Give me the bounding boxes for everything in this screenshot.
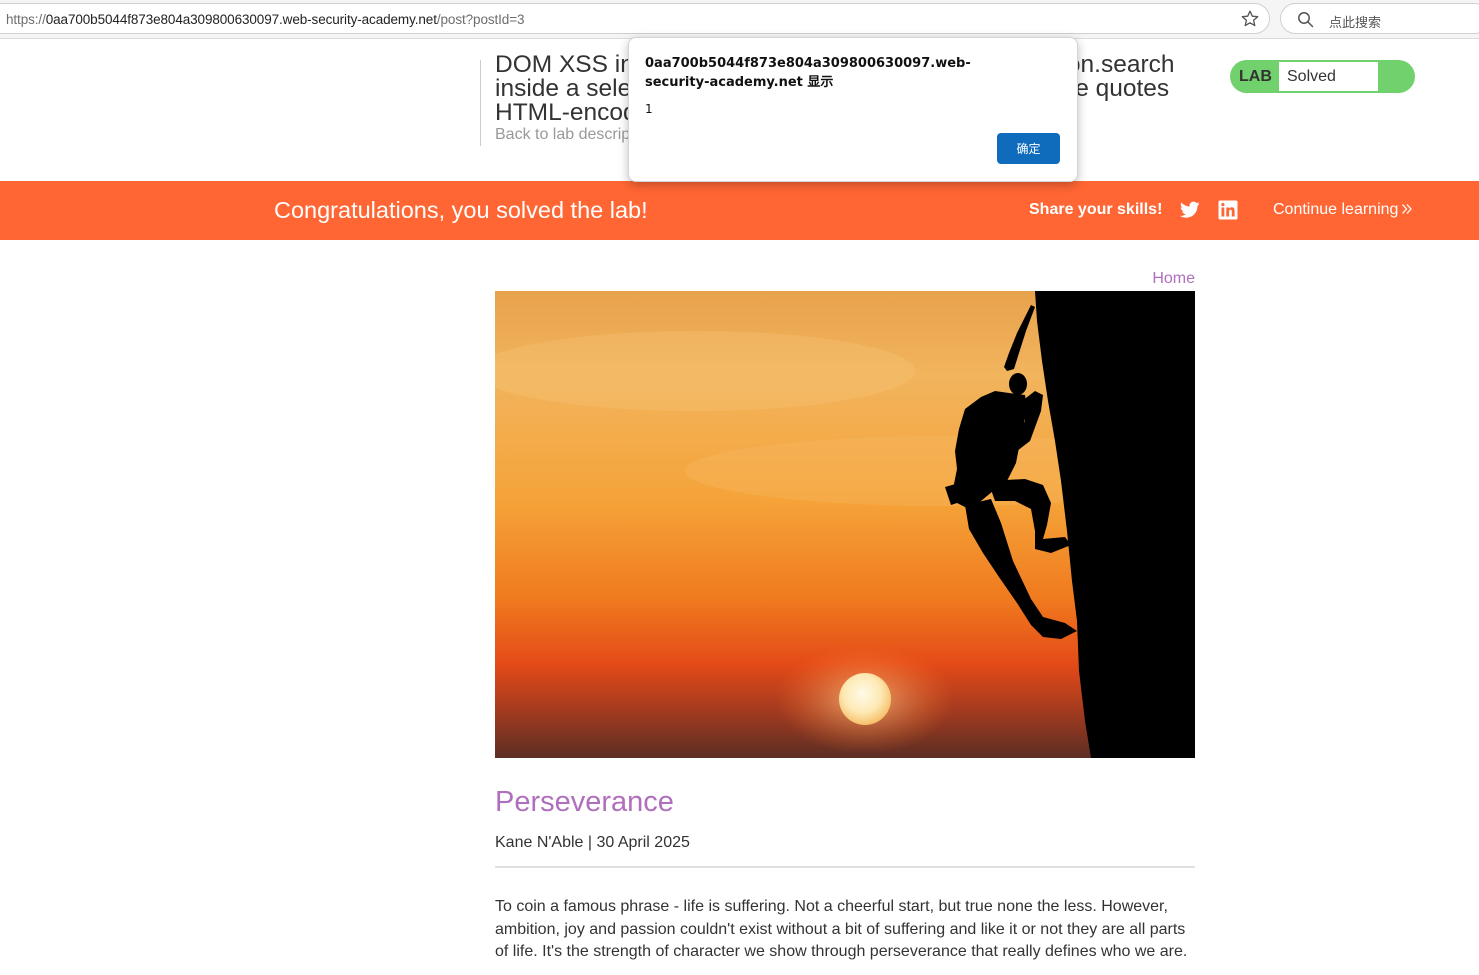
browser-search-box[interactable]: 点此搜索 [1280, 3, 1479, 34]
post-body-paragraph: To coin a famous phrase - life is suffer… [495, 898, 1188, 960]
search-icon [1298, 12, 1314, 28]
linkedin-icon[interactable] [1218, 200, 1238, 220]
status-box: Solved [1279, 62, 1378, 91]
post-title: Perseverance [495, 786, 674, 818]
chevrons-right-icon [1402, 204, 1413, 214]
address-bar[interactable]: https://0aa700b5044f873e804a309800630097… [0, 3, 1270, 34]
lab-label: LAB [1239, 68, 1272, 85]
post-image-climber-sunset [495, 291, 1195, 758]
post-divider [495, 866, 1195, 868]
url-path: /post?postId=3 [436, 12, 525, 27]
header-divider [480, 60, 481, 146]
congratulations-banner: Congratulations, you solved the lab! Sha… [0, 181, 1479, 240]
browser-toolbar: https://0aa700b5044f873e804a309800630097… [0, 0, 1479, 39]
continue-learning-link[interactable]: Continue learning [1273, 201, 1413, 219]
url-host: 0aa700b5044f873e804a309800630097.web-sec… [45, 12, 437, 27]
status-text: Solved [1287, 68, 1336, 85]
banner-message: Congratulations, you solved the lab! [274, 197, 648, 223]
share-label: Share your skills! [1029, 201, 1163, 218]
dialog-message: 1 [645, 102, 653, 116]
star-icon[interactable] [1240, 9, 1260, 29]
continue-learning-label: Continue learning [1273, 201, 1399, 218]
lab-status-badge: LAB Solved [1230, 60, 1415, 93]
url-scheme: https:// [6, 12, 46, 27]
post-author-date: Kane N'Able | 30 April 2025 [495, 834, 690, 851]
alert-dialog: 0aa700b5044f873e804a309800630097.web-sec… [628, 37, 1078, 182]
twitter-icon[interactable] [1180, 201, 1200, 219]
dialog-ok-button[interactable]: 确定 [997, 133, 1060, 164]
search-placeholder: 点此搜索 [1329, 15, 1382, 30]
home-link[interactable]: Home [1120, 270, 1195, 288]
url-text: https://0aa700b5044f873e804a309800630097… [6, 12, 525, 27]
dialog-origin-text: 0aa700b5044f873e804a309800630097.web-sec… [645, 56, 971, 90]
